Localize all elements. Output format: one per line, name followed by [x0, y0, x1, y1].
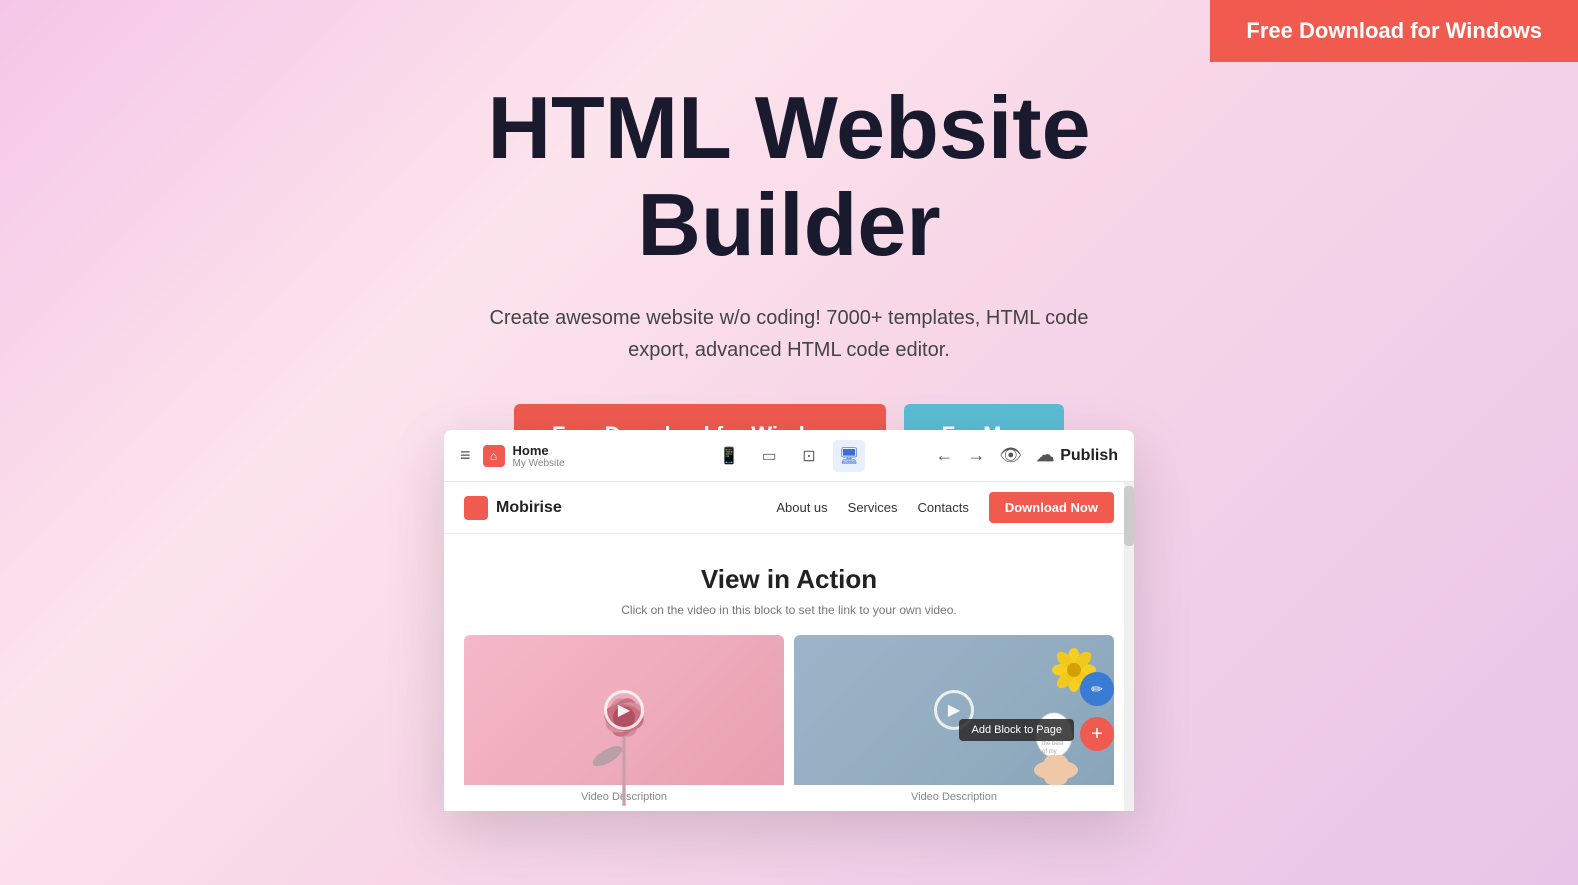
inner-nav-links: About us Services Contacts Download Now: [776, 492, 1114, 523]
home-tab-text: Home My Website: [513, 443, 565, 469]
video-desc-2: Video Description: [794, 785, 1114, 811]
scrollbar-thumb[interactable]: [1124, 486, 1134, 546]
toolbar-right: ← → 👁 ☁ Publish: [865, 445, 1118, 466]
video-thumb-pink: ▶: [464, 635, 784, 785]
svg-text:of my: of my: [1042, 749, 1057, 755]
hamburger-icon[interactable]: ≡: [460, 445, 471, 466]
scrollbar[interactable]: [1124, 482, 1134, 811]
nav-contacts[interactable]: Contacts: [918, 500, 969, 515]
toolbar-left: ≡ Home My Website: [460, 443, 713, 469]
redo-button[interactable]: →: [967, 445, 985, 466]
add-fab-button[interactable]: +: [1080, 717, 1114, 751]
app-toolbar: ≡ Home My Website 📱 ▭ ⊡ 🖥 ← → 👁 ☁ Publis…: [444, 430, 1134, 482]
add-block-bar[interactable]: Add Block to Page: [959, 719, 1074, 741]
video-card-1: ▶ Video Description: [464, 635, 784, 811]
play-button-1[interactable]: ▶: [604, 690, 644, 730]
small-desktop-view-button[interactable]: ⊡: [793, 440, 825, 472]
undo-button[interactable]: ←: [935, 445, 953, 466]
video-thumb-blue: If you the best of my own life ▶: [794, 635, 1114, 785]
tablet-view-button[interactable]: ▭: [753, 440, 785, 472]
hero-title: HTML Website Builder: [389, 80, 1189, 274]
publish-icon: ☁: [1036, 445, 1054, 466]
brand-name: Mobirise: [496, 499, 562, 517]
publish-label: Publish: [1060, 447, 1118, 465]
preview-button[interactable]: 👁: [999, 445, 1022, 466]
edit-fab-button[interactable]: ✏: [1080, 672, 1114, 706]
top-cta-button[interactable]: Free Download for Windows: [1210, 0, 1578, 62]
hero-subtitle: Create awesome website w/o coding! 7000+…: [459, 302, 1119, 366]
home-tab-label: Home: [513, 443, 565, 458]
app-preview: ≡ Home My Website 📱 ▭ ⊡ 🖥 ← → 👁 ☁ Publis…: [444, 430, 1134, 811]
section-title: View in Action: [464, 564, 1114, 595]
home-page-icon: [483, 445, 505, 467]
home-tab-sublabel: My Website: [513, 458, 565, 469]
brand-icon: [464, 496, 488, 520]
nav-download-button[interactable]: Download Now: [989, 492, 1114, 523]
nav-services[interactable]: Services: [848, 500, 898, 515]
svg-text:the best: the best: [1042, 741, 1064, 747]
hero-section: HTML Website Builder Create awesome webs…: [0, 0, 1578, 466]
toolbar-device-switcher: 📱 ▭ ⊡ 🖥: [713, 440, 865, 472]
publish-button[interactable]: ☁ Publish: [1036, 445, 1118, 466]
desktop-view-button[interactable]: 🖥: [833, 440, 865, 472]
inner-nav: Mobirise About us Services Contacts Down…: [444, 482, 1134, 534]
app-content: View in Action Click on the video in thi…: [444, 534, 1134, 811]
home-tab[interactable]: Home My Website: [483, 443, 565, 469]
nav-about[interactable]: About us: [776, 500, 827, 515]
section-subtitle: Click on the video in this block to set …: [464, 603, 1114, 617]
app-brand: Mobirise: [464, 496, 776, 520]
mobile-view-button[interactable]: 📱: [713, 440, 745, 472]
